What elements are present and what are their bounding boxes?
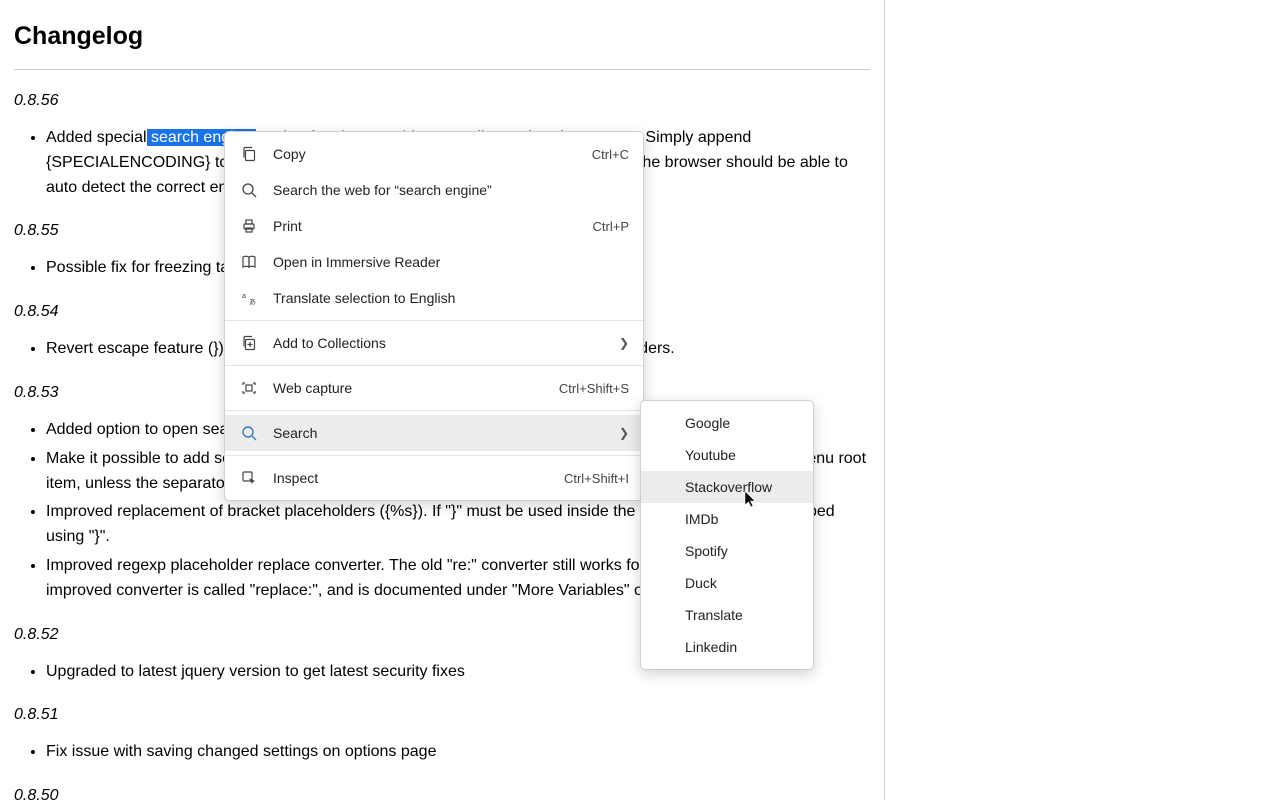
extension-icon xyxy=(239,423,259,443)
submenu-item-imdb[interactable]: IMDb xyxy=(641,503,813,535)
page-divider xyxy=(14,69,870,70)
submenu-item-linkedin[interactable]: Linkedin xyxy=(641,631,813,663)
menu-label: Copy xyxy=(273,146,572,162)
version-label: 0.8.51 xyxy=(14,706,870,724)
version-label: 0.8.56 xyxy=(14,92,870,110)
menu-label: Translate selection to English xyxy=(273,290,629,306)
menu-label: Inspect xyxy=(273,470,544,486)
menu-immersive-reader[interactable]: Open in Immersive Reader xyxy=(225,244,643,280)
print-icon xyxy=(239,216,259,236)
menu-label: Search xyxy=(273,425,607,441)
list-item-text-pre: Added special xyxy=(46,129,147,146)
chevron-right-icon: ❯ xyxy=(619,336,629,350)
submenu-label: Google xyxy=(685,415,799,431)
copy-icon xyxy=(239,144,259,164)
menu-label: Web capture xyxy=(273,380,539,396)
submenu-label: Youtube xyxy=(685,447,799,463)
book-icon xyxy=(239,252,259,272)
collections-icon xyxy=(239,333,259,353)
submenu-item-stackoverflow[interactable]: Stackoverflow xyxy=(641,471,813,503)
menu-separator xyxy=(225,365,643,366)
submenu-item-duck[interactable]: Duck xyxy=(641,567,813,599)
menu-separator xyxy=(225,320,643,321)
submenu-label: Duck xyxy=(685,575,799,591)
page-title: Changelog xyxy=(14,22,870,51)
menu-translate[interactable]: aあ Translate selection to English xyxy=(225,280,643,316)
menu-search[interactable]: Search ❯ xyxy=(225,415,643,451)
submenu-label: Spotify xyxy=(685,543,799,559)
search-submenu: Google Youtube Stackoverflow IMDb Spotify Duc… xyxy=(640,400,814,670)
submenu-item-translate[interactable]: Translate xyxy=(641,599,813,631)
submenu-label: IMDb xyxy=(685,511,799,527)
menu-shortcut: Ctrl+P xyxy=(593,219,629,234)
menu-label: Add to Collections xyxy=(273,335,607,351)
version-label: 0.8.50 xyxy=(14,787,870,805)
search-icon xyxy=(239,180,259,200)
menu-label: Print xyxy=(273,218,573,234)
menu-copy[interactable]: Copy Ctrl+C xyxy=(225,136,643,172)
submenu-item-google[interactable]: Google xyxy=(641,407,813,439)
web-capture-icon xyxy=(239,378,259,398)
menu-search-web[interactable]: Search the web for “search engine” xyxy=(225,172,643,208)
version-list: Fix issue with saving changed settings o… xyxy=(14,740,870,765)
svg-text:a: a xyxy=(242,293,246,300)
menu-label: Search the web for “search engine” xyxy=(273,182,629,198)
translate-icon: aあ xyxy=(239,288,259,308)
submenu-item-spotify[interactable]: Spotify xyxy=(641,535,813,567)
submenu-label: Stackoverflow xyxy=(685,479,799,495)
submenu-label: Translate xyxy=(685,607,799,623)
chevron-right-icon: ❯ xyxy=(619,426,629,440)
menu-separator xyxy=(225,455,643,456)
menu-inspect[interactable]: Inspect Ctrl+Shift+I xyxy=(225,460,643,496)
svg-text:あ: あ xyxy=(249,298,256,306)
context-menu: Copy Ctrl+C Search the web for “search e… xyxy=(224,131,644,501)
menu-shortcut: Ctrl+C xyxy=(592,147,629,162)
menu-shortcut: Ctrl+Shift+S xyxy=(559,381,629,396)
menu-web-capture[interactable]: Web capture Ctrl+Shift+S xyxy=(225,370,643,406)
menu-shortcut: Ctrl+Shift+I xyxy=(564,471,629,486)
submenu-item-youtube[interactable]: Youtube xyxy=(641,439,813,471)
inspect-icon xyxy=(239,468,259,488)
menu-print[interactable]: Print Ctrl+P xyxy=(225,208,643,244)
submenu-label: Linkedin xyxy=(685,639,799,655)
menu-label: Open in Immersive Reader xyxy=(273,254,629,270)
list-item: Fix issue with saving changed settings o… xyxy=(46,740,870,765)
menu-separator xyxy=(225,410,643,411)
menu-add-to-collections[interactable]: Add to Collections ❯ xyxy=(225,325,643,361)
